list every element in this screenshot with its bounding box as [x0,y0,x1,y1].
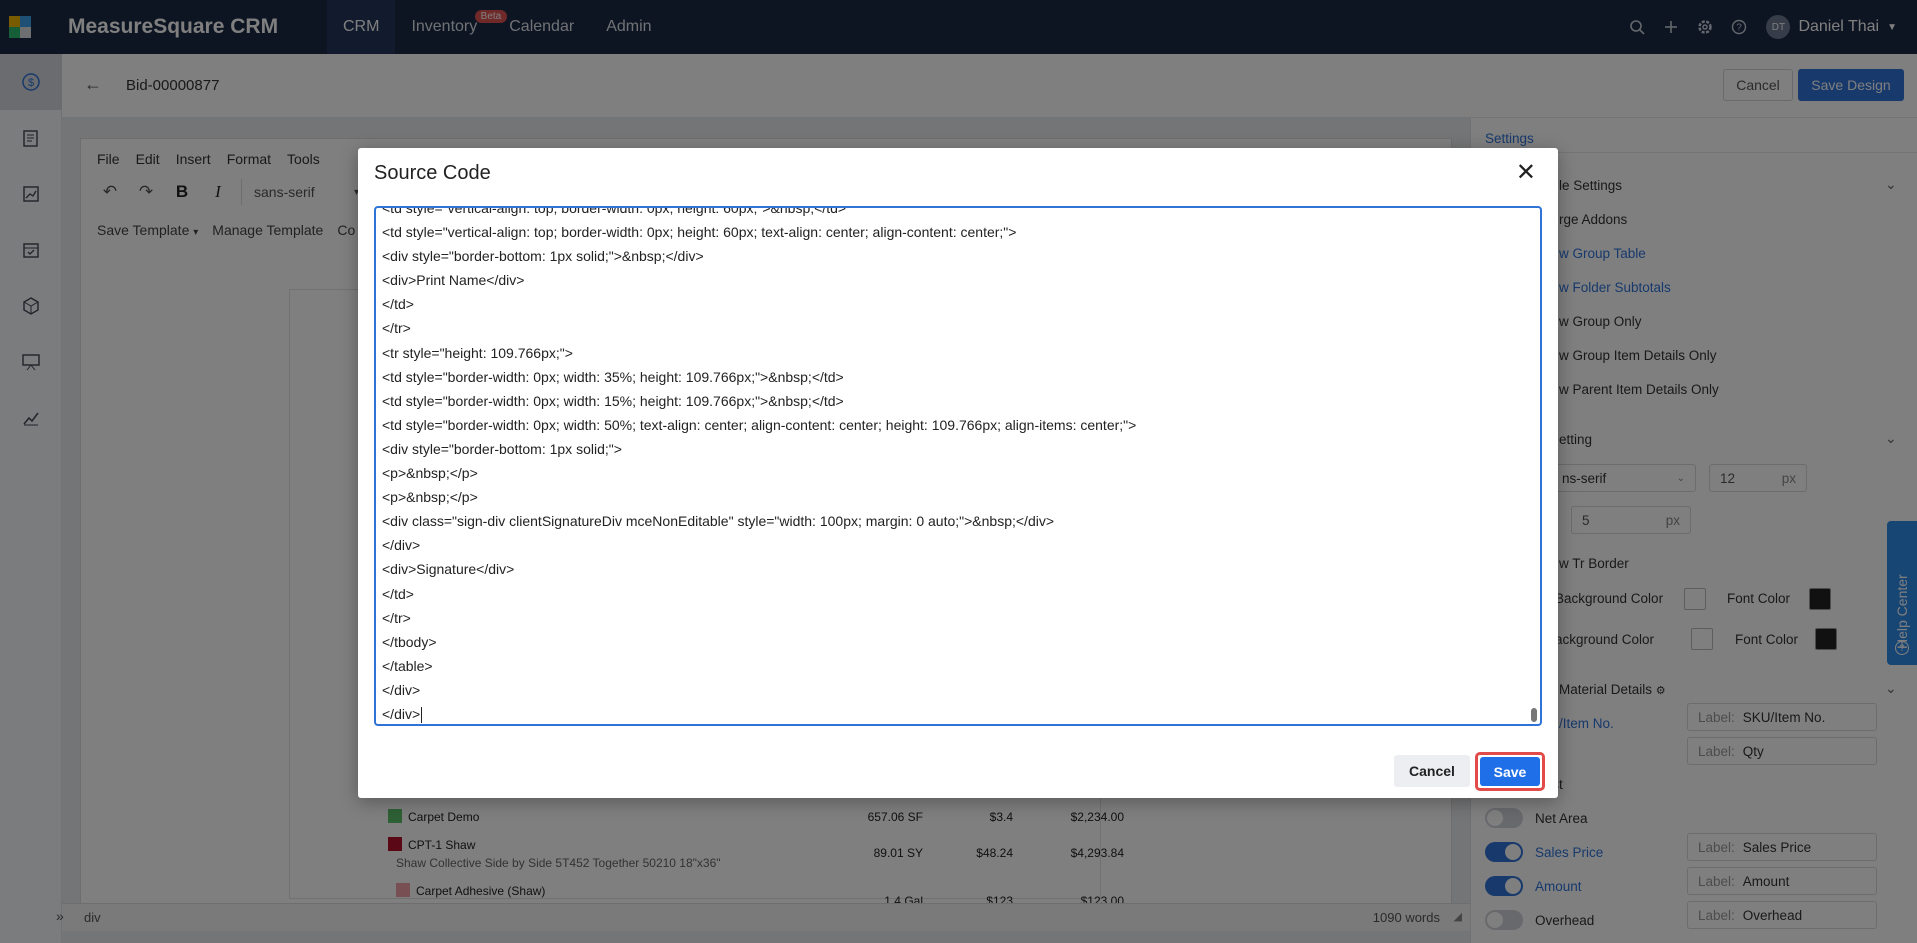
code-line: </tr> [382,609,411,626]
save-button-highlight: Save [1475,752,1545,791]
code-line: <td style="vertical-align: top; border-w… [382,206,847,216]
dialog-title: Source Code [374,162,491,184]
scrollbar-thumb[interactable] [1531,708,1537,722]
code-line: </table> [382,657,433,674]
code-line: <td style="border-width: 0px; width: 35%… [382,368,844,385]
code-line: <div style="border-bottom: 1px solid;"> [382,440,622,457]
close-icon[interactable]: ✕ [1516,158,1536,187]
code-line: <div style="border-bottom: 1px solid;">&… [382,248,704,265]
code-line: <div>Print Name</div> [382,272,525,289]
code-line: </td> [382,296,414,313]
code-line: </tbody> [382,633,437,650]
code-line: <td style="border-width: 0px; width: 15%… [382,392,844,409]
text-cursor [421,707,423,724]
code-line: </div> [382,681,421,698]
cancel-button[interactable]: Cancel [1394,755,1470,787]
code-line: <tr style="height: 109.766px;"> [382,344,573,361]
source-code-textarea[interactable]: <td style="vertical-align: top; border-w… [374,206,1542,726]
code-line: <div>Signature</div> [382,561,515,578]
source-code-dialog: Source Code ✕ <td style="vertical-align:… [358,148,1558,798]
save-button[interactable]: Save [1480,757,1540,786]
code-line: </div> [382,705,423,724]
code-line: </td> [382,585,414,602]
code-line: <td style="vertical-align: top; border-w… [382,224,1017,241]
source-code-content: <td style="vertical-align: top; border-w… [382,206,1137,724]
code-line: <p>&nbsp;</p> [382,489,478,506]
code-line: <div class="sign-div clientSignatureDiv … [382,513,1055,530]
code-line: <td style="border-width: 0px; width: 50%… [382,416,1137,433]
code-line: <p>&nbsp;</p> [382,465,478,482]
code-line: </div> [382,537,421,554]
code-line: </tr> [382,320,411,337]
